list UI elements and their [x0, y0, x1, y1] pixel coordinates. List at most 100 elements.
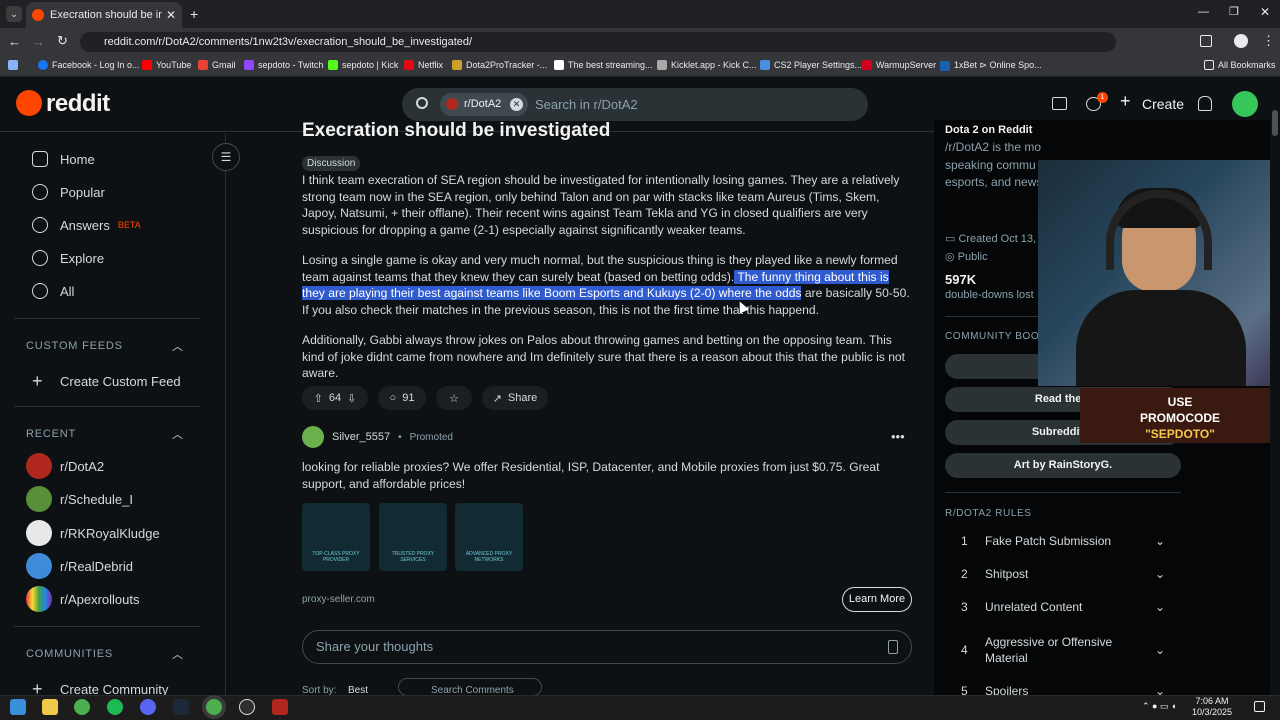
- nav-answers[interactable]: Answers BETA: [32, 217, 141, 233]
- more-options-icon[interactable]: •••: [891, 429, 905, 444]
- promo-thumbnail-2[interactable]: TRUSTED PROXY SERVICES: [379, 503, 447, 571]
- forward-icon[interactable]: →: [32, 34, 45, 49]
- remove-chip-icon[interactable]: ✕: [510, 98, 523, 111]
- windows-taskbar: [0, 695, 1280, 720]
- notifications-bell-icon[interactable]: [1198, 96, 1212, 111]
- chevron-up-icon[interactable]: ︿: [172, 426, 183, 442]
- learn-more-button[interactable]: Learn More: [842, 587, 912, 612]
- comments-button[interactable]: ○ 91: [378, 386, 426, 410]
- spotify-icon[interactable]: [107, 699, 123, 715]
- recent-schedule-i[interactable]: r/Schedule_I: [26, 486, 133, 512]
- recent-rkroyalkludge[interactable]: r/RKRoyalKludge: [26, 520, 160, 546]
- scrollbar-thumb[interactable]: [1272, 110, 1278, 136]
- profile-icon[interactable]: [1234, 34, 1248, 48]
- bookmark-dota2protracker[interactable]: Dota2ProTracker -...: [452, 60, 547, 70]
- dota2-community-icon: [446, 98, 458, 110]
- bookmark-warmupserver[interactable]: WarmupServer: [862, 60, 936, 70]
- custom-feeds-header[interactable]: CUSTOM FEEDS: [26, 340, 123, 352]
- taskbar-clock[interactable]: 7:06 AM 10/3/2025: [1180, 696, 1244, 718]
- browser-tab[interactable]: Execration should be investigat... ✕: [26, 2, 182, 28]
- url-bar[interactable]: reddit.com/r/DotA2/comments/1nw2t3v/exec…: [80, 32, 1116, 52]
- beta-badge: BETA: [117, 220, 141, 230]
- extensions-icon[interactable]: [1200, 35, 1212, 47]
- apps-icon[interactable]: [8, 60, 18, 70]
- nav-home[interactable]: Home: [32, 151, 95, 167]
- bookmark-gmail[interactable]: Gmail: [198, 60, 236, 70]
- bookmark-facebook[interactable]: Facebook - Log In o...: [38, 60, 140, 70]
- dota2-icon[interactable]: [272, 699, 288, 715]
- collapse-sidebar-button[interactable]: ☰: [212, 143, 240, 171]
- communities-header[interactable]: COMMUNITIES: [26, 648, 113, 660]
- bookmark-youtube[interactable]: YouTube: [142, 60, 191, 70]
- bookmark-cs2-settings[interactable]: CS2 Player Settings...: [760, 60, 862, 70]
- back-icon[interactable]: ←: [8, 34, 21, 49]
- chrome-active-icon[interactable]: [206, 699, 222, 715]
- discord-icon[interactable]: [140, 699, 156, 715]
- promo-thumbnail-1[interactable]: TOP-CLASS PROXY PROVIDER: [302, 503, 370, 571]
- award-button[interactable]: ☆: [436, 386, 472, 410]
- rule-item[interactable]: 3 Unrelated Content ⌄: [945, 600, 1175, 614]
- all-bookmarks[interactable]: All Bookmarks: [1204, 60, 1276, 70]
- notification-center-icon[interactable]: [1254, 701, 1265, 712]
- globe-icon: ◎: [945, 251, 958, 263]
- streamer-body: [1076, 290, 1246, 386]
- windows-start-icon[interactable]: [10, 699, 26, 715]
- bookmark-kick[interactable]: sepdoto | Kick: [328, 60, 398, 70]
- user-avatar[interactable]: [1232, 91, 1258, 117]
- nav-all[interactable]: All: [32, 283, 74, 299]
- recent-apexrollouts[interactable]: r/Apexrollouts: [26, 586, 139, 612]
- recent-realdebrid[interactable]: r/RealDebrid: [26, 553, 133, 579]
- chevron-up-icon[interactable]: ︿: [172, 646, 183, 662]
- tray-icons[interactable]: ⌃ ● ▭ ◖: [1142, 701, 1176, 712]
- restore-icon[interactable]: ❐: [1229, 5, 1239, 18]
- minimize-icon[interactable]: —: [1198, 6, 1209, 18]
- close-window-icon[interactable]: ✕: [1260, 5, 1270, 19]
- steam-icon[interactable]: [173, 699, 189, 715]
- create-custom-feed[interactable]: + Create Custom Feed: [32, 371, 181, 392]
- post-flair[interactable]: Discussion: [302, 156, 361, 171]
- bookmark-streaming[interactable]: The best streaming...: [554, 60, 653, 70]
- home-icon: [32, 151, 48, 167]
- rule-item[interactable]: 4 Aggressive or Offensive Material ⌄: [945, 634, 1175, 666]
- formatting-icon[interactable]: [888, 640, 898, 654]
- tab-list-button[interactable]: ⌄: [6, 6, 22, 22]
- chevron-down-icon: ⌄: [1155, 567, 1166, 581]
- bookmark-1xbet[interactable]: 1xBet ⊳ Online Spo...: [940, 60, 1042, 71]
- reddit-logo-text[interactable]: reddit: [46, 90, 110, 118]
- bookmark-netflix[interactable]: Netflix: [404, 60, 443, 70]
- reddit-logo-icon[interactable]: [16, 90, 42, 116]
- comment-input[interactable]: Share your thoughts: [302, 630, 912, 664]
- bookmark-kicklet[interactable]: Kicklet.app - Kick C...: [657, 60, 757, 70]
- promo-thumbnail-3[interactable]: ADVANCED PROXY NETWORKS: [455, 503, 523, 571]
- recent-dota2[interactable]: r/DotA2: [26, 453, 104, 479]
- bookmark-twitch[interactable]: sepdoto - Twitch: [244, 60, 323, 70]
- close-tab-icon[interactable]: ✕: [166, 8, 176, 22]
- file-explorer-icon[interactable]: [42, 699, 58, 715]
- nav-popular[interactable]: Popular: [32, 184, 105, 200]
- page-scrollbar[interactable]: [1270, 77, 1280, 695]
- promo-domain[interactable]: proxy-seller.com: [302, 594, 375, 605]
- advertise-icon[interactable]: [1052, 97, 1067, 110]
- chevron-up-icon[interactable]: ︿: [172, 338, 183, 354]
- nav-explore[interactable]: Explore: [32, 250, 104, 266]
- chrome-icon[interactable]: [74, 699, 90, 715]
- search-icon: [416, 97, 428, 109]
- bookmark-button-art[interactable]: Art by RainStoryG.: [945, 453, 1181, 478]
- member-count: 597K: [945, 272, 977, 287]
- downvote-icon[interactable]: ⇩: [347, 392, 356, 405]
- promoted-author[interactable]: Silver_5557 • Promoted: [302, 426, 453, 448]
- youtube-icon: [142, 60, 152, 70]
- reload-icon[interactable]: ↻: [57, 33, 68, 49]
- menu-kebab-icon[interactable]: ⋮: [1262, 33, 1275, 49]
- recent-header[interactable]: RECENT: [26, 428, 76, 440]
- new-tab-button[interactable]: +: [190, 6, 198, 22]
- upvote-icon[interactable]: ⇧: [314, 392, 323, 405]
- search-comments-input[interactable]: Search Comments: [398, 678, 542, 696]
- search-input[interactable]: Search in r/DotA2: [535, 97, 638, 112]
- promoted-username[interactable]: Silver_5557: [332, 431, 390, 443]
- create-label: Create: [1142, 96, 1185, 112]
- rule-item[interactable]: 2 Shitpost ⌄: [945, 567, 1175, 581]
- rule-item[interactable]: 1 Fake Patch Submission ⌄: [945, 534, 1175, 548]
- obs-icon[interactable]: [239, 699, 255, 715]
- share-button[interactable]: ↗ Share: [482, 386, 548, 410]
